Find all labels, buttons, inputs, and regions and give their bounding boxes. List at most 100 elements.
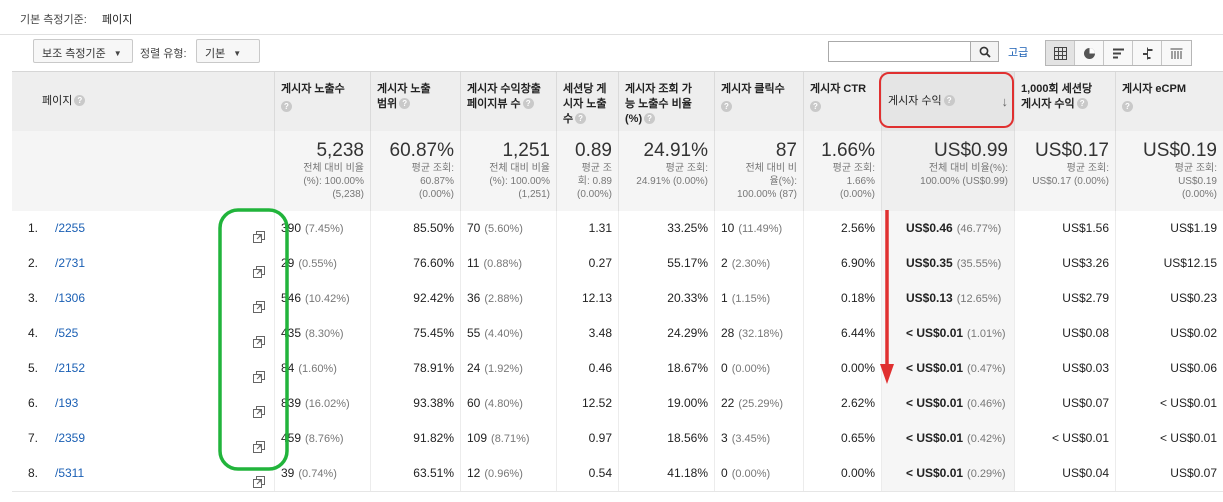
page-link[interactable]: /193 — [55, 386, 78, 421]
cell-ctr: 0.65% — [803, 421, 881, 456]
help-icon[interactable]: ? — [943, 95, 955, 106]
popout-icon[interactable] — [253, 222, 265, 243]
column-header-ctr[interactable]: 게시자 CTR? — [803, 72, 881, 131]
page-link[interactable]: /2255 — [55, 211, 85, 246]
help-icon[interactable]: ? — [399, 98, 411, 109]
page-link[interactable]: /2152 — [55, 351, 85, 386]
total-value: 1,251 — [502, 140, 550, 161]
secondary-dimension-dropdown[interactable]: 보조 측정기준 ▼ — [33, 39, 133, 63]
total-subtext: (1,251) — [518, 189, 550, 200]
page-link[interactable]: /1306 — [55, 281, 85, 316]
help-icon[interactable]: ? — [1122, 101, 1133, 112]
cell-percent: (2.30%) — [731, 258, 771, 270]
page-link[interactable]: /2731 — [55, 246, 85, 281]
cell-percent: (0.74%) — [298, 468, 337, 480]
popout-icon[interactable] — [253, 257, 265, 278]
column-header-rps[interactable]: 1,000회 세션당 게시자 수익? — [1014, 72, 1115, 131]
cell-percent: (46.77%) — [956, 223, 1002, 235]
cell-rps: US$0.08 — [1014, 316, 1115, 351]
chevron-down-icon: ▼ — [233, 49, 242, 58]
total-value: US$0.19 — [1143, 140, 1217, 161]
help-icon[interactable]: ? — [644, 113, 656, 124]
total-value: US$0.99 — [934, 140, 1008, 161]
popout-icon[interactable] — [253, 432, 265, 453]
help-icon[interactable]: ? — [74, 95, 86, 106]
column-header-pv[interactable]: 게시자 수익창출 페이지뷰 수? — [460, 72, 556, 131]
cell-value: 20.33% — [667, 291, 708, 305]
table-row: 6. /193 839 (16.02%) 93.38% 60 (4.80%) 12.52 19.… — [12, 386, 1223, 422]
column-header-clicks[interactable]: 게시자 클릭수? — [714, 72, 803, 131]
table-view-button[interactable] — [1046, 41, 1075, 65]
cell-value: < US$0.01 — [906, 326, 964, 340]
cell-value: 2.62% — [840, 396, 875, 410]
cell-percent: (0.47%) — [967, 363, 1006, 375]
cell-value: 29 — [281, 256, 295, 270]
comparison-view-button[interactable] — [1133, 41, 1162, 65]
row-number: 2. — [28, 256, 39, 270]
cell-percent: (0.96%) — [484, 468, 523, 480]
popout-icon[interactable] — [253, 292, 265, 313]
cell-cov: 92.42% — [370, 281, 460, 316]
cell-clicks: 28 (32.18%) — [714, 316, 803, 351]
popout-icon[interactable] — [253, 362, 265, 383]
cell-percent: (2.88%) — [484, 293, 523, 305]
table-search-input[interactable] — [828, 41, 971, 62]
popout-icon[interactable] — [253, 327, 265, 348]
cell-value: US$0.02 — [1170, 326, 1217, 340]
primary-dimension-value[interactable]: 페이지 — [102, 11, 132, 27]
cell-value: 70 — [467, 221, 481, 235]
bar-view-button[interactable] — [1104, 41, 1133, 65]
cell-ecpm: US$0.23 — [1115, 281, 1223, 316]
cell-clicks: 1 (1.15%) — [714, 281, 803, 316]
cell-value: 459 — [281, 431, 302, 445]
cell-impr: 84 (1.60%) — [274, 351, 370, 386]
cell-value: US$3.26 — [1062, 256, 1109, 270]
total-subtext: 평균 조회: — [832, 163, 875, 174]
total-subtext: 회: 0.89 — [577, 176, 612, 187]
total-value: 0.89 — [575, 140, 612, 161]
sort-desc-icon[interactable]: ↓ — [1002, 94, 1009, 109]
pie-view-button[interactable] — [1075, 41, 1104, 65]
column-header-page[interactable]: 페이지? — [12, 72, 274, 131]
column-header-ecpm[interactable]: 게시자 eCPM? — [1115, 72, 1223, 131]
cell-value: 41.18% — [667, 466, 708, 480]
cell-value: US$12.15 — [1163, 256, 1217, 270]
popout-icon[interactable] — [253, 397, 265, 418]
help-icon[interactable]: ? — [522, 98, 534, 109]
column-header-impr[interactable]: 게시자 노출수? — [274, 72, 370, 131]
column-header-ips[interactable]: 세션당 게 시자 노출 수? — [556, 72, 618, 131]
help-icon[interactable]: ? — [721, 101, 732, 112]
table-row: 8. /5311 39 (0.74%) 63.51% 12 (0.96%) 0.54 41.18… — [12, 456, 1223, 492]
cell-value: 0.00% — [840, 466, 875, 480]
cell-pv: 70 (5.60%) — [460, 211, 556, 246]
cell-rev: < US$0.01 (0.42%) — [881, 421, 1014, 456]
page-link[interactable]: /525 — [55, 316, 78, 351]
cell-value: 55.17% — [667, 256, 708, 270]
cell-ips: 12.13 — [556, 281, 618, 316]
pivot-view-button[interactable] — [1162, 41, 1191, 65]
cell-view: 55.17% — [618, 246, 714, 281]
column-header-label: 게시자 수익 — [888, 95, 942, 107]
help-icon[interactable]: ? — [1076, 98, 1088, 109]
page-link[interactable]: /5311 — [55, 456, 84, 491]
help-icon[interactable]: ? — [575, 113, 587, 124]
totals-row: 5,238 전체 대비 비율 (%): 100.00% (5,238) 60.87% 평균… — [12, 131, 1223, 212]
help-icon[interactable]: ? — [810, 101, 821, 112]
cell-value: 36 — [467, 291, 481, 305]
page-link[interactable]: /2359 — [55, 421, 85, 456]
cell-cov: 78.91% — [370, 351, 460, 386]
column-header-view[interactable]: 게시자 조회 가능 노출수 비율 (%)? — [618, 72, 714, 131]
total-subtext: 60.87% — [420, 176, 454, 187]
search-button[interactable] — [971, 41, 999, 62]
cell-percent: (1.60%) — [298, 363, 337, 375]
cell-value: 75.45% — [413, 326, 454, 340]
help-icon[interactable]: ? — [281, 101, 292, 112]
cell-rev: US$0.13 (12.65%) — [881, 281, 1014, 316]
cell-percent: (0.55%) — [298, 258, 337, 270]
column-header-rev[interactable]: 게시자 수익? ↓ — [881, 72, 1014, 131]
sort-type-dropdown[interactable]: 기본 ▼ — [196, 39, 260, 63]
total-subtext: (0.00%) — [839, 189, 875, 200]
column-header-cov[interactable]: 게시자 노출 범위? — [370, 72, 460, 131]
popout-icon[interactable] — [253, 467, 265, 488]
advanced-filter-link[interactable]: 고급 — [1008, 44, 1028, 60]
